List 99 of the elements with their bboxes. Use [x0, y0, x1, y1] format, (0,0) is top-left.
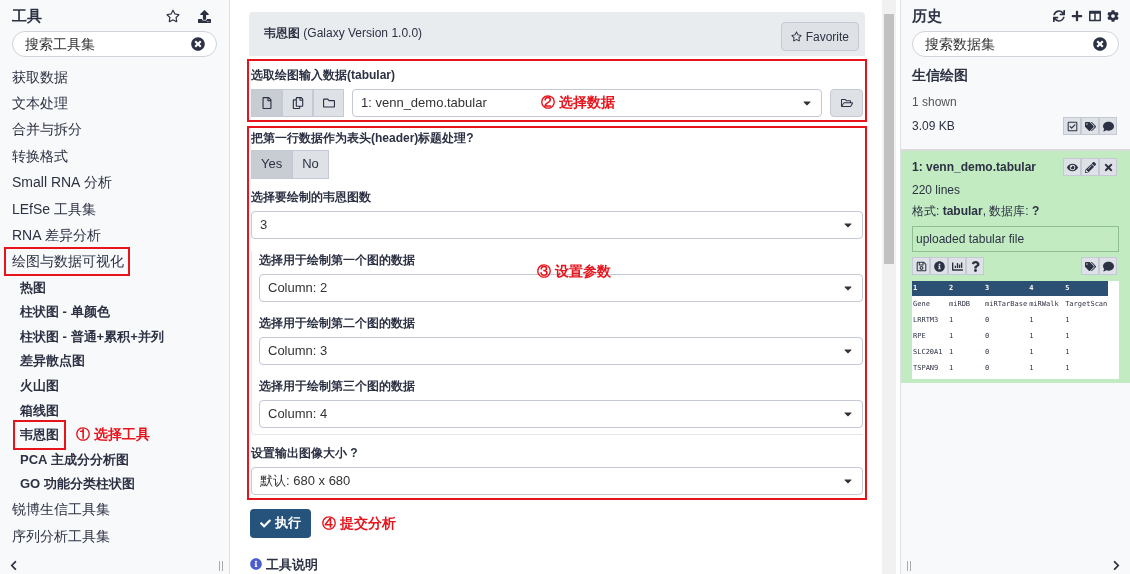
- close-button[interactable]: [1099, 158, 1117, 176]
- help-heading: 工具说明: [266, 555, 318, 574]
- tool-category[interactable]: 锐博生信工具集: [4, 497, 116, 523]
- info-field: uploaded tabular file: [912, 226, 1119, 252]
- file-icon: [291, 96, 304, 109]
- tool-link[interactable]: PCA 主成分分析图: [13, 447, 136, 472]
- comment-button[interactable]: [1099, 257, 1117, 275]
- tool-category[interactable]: 获取数据: [4, 64, 74, 90]
- source-mode-tab[interactable]: [251, 88, 282, 117]
- annotation-text: ② 选择数据: [541, 93, 615, 112]
- info-button[interactable]: [930, 257, 948, 275]
- tool-link[interactable]: GO 功能分类柱状图: [13, 472, 142, 496]
- tool-link[interactable]: 火山图: [13, 374, 66, 398]
- field-label: 选择要绘制的韦恩图数: [251, 188, 372, 206]
- select-field[interactable]: 3: [251, 210, 863, 239]
- eye-icon: [1066, 161, 1078, 173]
- tool-category[interactable]: 合并与拆分: [4, 117, 88, 143]
- tool-link[interactable]: 热图: [13, 275, 53, 300]
- select-button[interactable]: [1063, 117, 1081, 135]
- run-button[interactable]: 执行: [250, 508, 311, 538]
- tool-link[interactable]: 箱线图: [13, 398, 66, 423]
- tags-icon: [1084, 260, 1096, 272]
- scrollbar[interactable]: [882, 0, 896, 574]
- favorite-button[interactable]: Favorite: [780, 22, 859, 51]
- browse-button[interactable]: [830, 88, 863, 117]
- search-field[interactable]: 搜索工具集: [12, 31, 217, 57]
- select-field[interactable]: Column: 3: [259, 336, 863, 365]
- chart-icon: [951, 260, 963, 272]
- tool-link[interactable]: 柱状图 - 普通+累积+并列: [13, 324, 171, 349]
- chart-button[interactable]: [948, 257, 966, 275]
- dataset-title[interactable]: 1: venn_demo.tabular: [912, 158, 1063, 176]
- history-name: 生信绘图: [912, 66, 969, 85]
- tool-link[interactable]: 差异散点图: [13, 349, 92, 373]
- source-mode-tab[interactable]: [282, 88, 313, 117]
- tool-link[interactable]: 韦恩图: [13, 420, 66, 450]
- history-size: 3.09 KB: [912, 118, 956, 135]
- tags-button[interactable]: [1081, 117, 1099, 135]
- source-mode-tab[interactable]: [313, 88, 344, 117]
- line-count: 220 lines: [912, 182, 962, 199]
- search-field[interactable]: 搜索数据集: [912, 31, 1119, 57]
- select-field[interactable]: 默认: 680 x 680: [251, 466, 863, 495]
- tool-category[interactable]: Small RNA 分析: [4, 170, 118, 196]
- tool-link[interactable]: 柱状图 - 单颜色: [13, 300, 117, 324]
- field-label: 选择用于绘制第三个图的数据: [259, 377, 416, 395]
- panel-title: 工具: [12, 5, 43, 26]
- format-info: 格式: tabular, 数据库: ?: [912, 203, 1041, 220]
- annotation-text: ④ 提交分析: [322, 513, 396, 533]
- folder-icon: [840, 96, 853, 109]
- tags-icon: [1084, 120, 1096, 132]
- columns-icon[interactable]: [1089, 10, 1101, 22]
- tool-category[interactable]: RNA 差异分析: [4, 223, 107, 249]
- collapse-icon[interactable]: [8, 560, 19, 571]
- info-icon: [933, 260, 945, 272]
- help-icon: [969, 260, 981, 272]
- shown-count: 1 shown: [912, 94, 958, 111]
- pencil-button[interactable]: [1081, 158, 1099, 176]
- close-icon: [1102, 161, 1114, 173]
- select-field[interactable]: Column: 4: [259, 399, 863, 428]
- collapse-icon[interactable]: [1111, 560, 1122, 571]
- resize-handle[interactable]: [219, 560, 223, 571]
- tool-category[interactable]: 转换格式: [4, 143, 74, 169]
- save-icon: [915, 260, 927, 272]
- tool-category[interactable]: 序列分析工具集: [4, 523, 116, 549]
- tool-category[interactable]: 绘图与数据可视化: [4, 247, 130, 277]
- panel-title: 历史: [912, 5, 943, 26]
- star-icon: [790, 31, 802, 42]
- star-icon[interactable]: [166, 9, 180, 23]
- field-label: 选择用于绘制第一个图的数据: [259, 251, 416, 269]
- help-button[interactable]: [966, 257, 984, 275]
- check-icon: [260, 517, 271, 529]
- field-label: 选择用于绘制第二个图的数据: [259, 314, 416, 332]
- annotation-text: ① 选择工具: [76, 425, 150, 445]
- comment-icon: [1102, 120, 1114, 132]
- comment-icon: [1102, 260, 1114, 272]
- field-label: 把第一行数据作为表头(header)标题处理?: [251, 129, 475, 147]
- toggle-option[interactable]: Yes: [251, 149, 293, 179]
- tool-category[interactable]: 文本处理: [4, 91, 74, 117]
- select-field[interactable]: 1: venn_demo.tabular ② 选择数据: [352, 88, 822, 117]
- select-icon: [1066, 120, 1078, 132]
- clear-icon[interactable]: [1093, 37, 1107, 51]
- tool-title: 韦恩图 (Galaxy Version 1.0.0): [264, 25, 423, 42]
- toggle-option[interactable]: No: [292, 149, 329, 179]
- refresh-icon[interactable]: [1053, 10, 1065, 22]
- field-label: 选取绘图输入数据(tabular): [251, 66, 396, 84]
- comment-button[interactable]: [1099, 117, 1117, 135]
- file-icon: [260, 96, 273, 109]
- upload-icon[interactable]: [198, 9, 211, 23]
- resize-handle[interactable]: [907, 560, 911, 571]
- tool-category[interactable]: LEfSe 工具集: [4, 196, 103, 222]
- settings-icon[interactable]: [1107, 10, 1119, 22]
- eye-button[interactable]: [1063, 158, 1081, 176]
- folder-icon: [322, 96, 335, 109]
- info-icon: [250, 558, 262, 571]
- plus-icon[interactable]: [1071, 10, 1083, 22]
- pencil-icon: [1084, 161, 1096, 173]
- field-label: 设置输出图像大小 ?: [251, 444, 359, 462]
- clear-icon[interactable]: [191, 37, 205, 51]
- tags-button[interactable]: [1081, 257, 1099, 275]
- save-button[interactable]: [912, 257, 930, 275]
